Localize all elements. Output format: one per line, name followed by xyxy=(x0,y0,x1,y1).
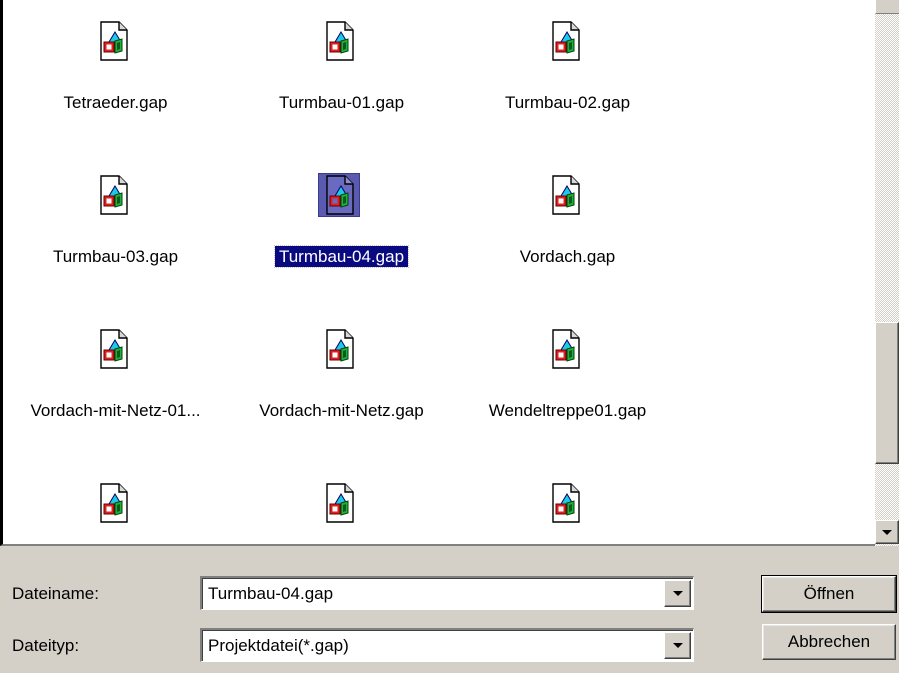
file-name-label[interactable]: Vordach.gap xyxy=(455,246,680,268)
gap-project-file-icon[interactable] xyxy=(545,482,585,524)
file-item[interactable]: Turmbau-02.gap xyxy=(455,0,680,120)
file-name-label[interactable]: Turmbau-02.gap xyxy=(455,92,680,114)
file-name-label[interactable]: Turmbau-04.gap xyxy=(229,245,454,268)
file-list-view[interactable]: Tetraeder.gap Turmbau-01.gap Turmbau-02.ga… xyxy=(0,0,875,546)
filetype-label: Dateityp: xyxy=(12,636,80,655)
gap-project-file-icon[interactable] xyxy=(545,174,585,216)
filetype-combobox[interactable]: Projektdatei(*.gap) xyxy=(200,628,694,662)
file-item[interactable] xyxy=(455,462,680,544)
gap-project-file-icon[interactable] xyxy=(545,20,585,62)
gap-project-file-icon[interactable] xyxy=(93,328,133,370)
file-item[interactable] xyxy=(3,462,228,544)
gap-project-file-icon[interactable] xyxy=(319,20,359,62)
file-item[interactable]: Tetraeder.gap xyxy=(3,0,228,120)
chevron-down-icon xyxy=(672,643,683,648)
gap-project-file-icon[interactable] xyxy=(93,174,133,216)
file-item[interactable] xyxy=(229,462,454,544)
gap-project-file-icon[interactable] xyxy=(319,482,359,524)
gap-project-file-icon[interactable] xyxy=(318,173,360,217)
chevron-down-icon xyxy=(672,591,683,596)
file-name-text: Turmbau-01.gap xyxy=(278,93,405,112)
scroll-down-button[interactable] xyxy=(875,520,899,544)
file-name-text: Vordach.gap xyxy=(519,247,616,266)
file-item[interactable]: Wendeltreppe01.gap xyxy=(455,308,680,428)
file-name-label[interactable]: Turmbau-03.gap xyxy=(3,246,228,268)
cancel-button[interactable]: Abbrechen xyxy=(762,624,896,660)
file-name-label[interactable]: Tetraeder.gap xyxy=(3,92,228,114)
file-name-label[interactable]: Vordach-mit-Netz.gap xyxy=(229,400,454,422)
file-name-label[interactable]: Vordach-mit-Netz-01... xyxy=(3,400,228,422)
gap-project-file-icon[interactable] xyxy=(93,20,133,62)
gap-project-file-icon[interactable] xyxy=(93,482,133,524)
file-name-text: Wendeltreppe01.gap xyxy=(488,401,647,420)
chevron-down-icon xyxy=(882,529,892,535)
filetype-select[interactable]: Projektdatei(*.gap) xyxy=(208,635,349,657)
vertical-scrollbar[interactable] xyxy=(875,0,899,546)
file-item[interactable]: Vordach.gap xyxy=(455,154,680,274)
file-name-label[interactable]: Turmbau-01.gap xyxy=(229,92,454,114)
file-name-text: Turmbau-02.gap xyxy=(504,93,631,112)
gap-project-file-icon[interactable] xyxy=(545,328,585,370)
file-name-text: Vordach-mit-Netz.gap xyxy=(259,401,424,420)
file-item[interactable]: Vordach-mit-Netz.gap xyxy=(229,308,454,428)
file-item[interactable]: Turmbau-01.gap xyxy=(229,0,454,120)
filename-input[interactable]: Turmbau-04.gap xyxy=(208,583,333,605)
filetype-dropdown-button[interactable] xyxy=(664,632,691,659)
scroll-thumb[interactable] xyxy=(875,322,899,464)
filename-label: Dateiname: xyxy=(12,584,99,603)
filename-combobox[interactable]: Turmbau-04.gap xyxy=(200,576,694,610)
open-button[interactable]: Öffnen xyxy=(761,575,897,613)
file-name-label[interactable]: Wendeltreppe01.gap xyxy=(455,400,680,422)
scroll-up-button[interactable] xyxy=(875,0,899,14)
file-item[interactable]: Vordach-mit-Netz-01... xyxy=(3,308,228,428)
file-item[interactable]: Turmbau-04.gap xyxy=(229,154,454,274)
file-name-text: Turmbau-04.gap xyxy=(273,245,410,268)
gap-project-file-icon[interactable] xyxy=(319,328,359,370)
filename-dropdown-button[interactable] xyxy=(664,580,691,607)
file-name-text: Tetraeder.gap xyxy=(63,93,168,112)
file-name-text: Vordach-mit-Netz-01... xyxy=(30,401,201,420)
file-name-text: Turmbau-03.gap xyxy=(52,247,179,266)
file-item[interactable]: Turmbau-03.gap xyxy=(3,154,228,274)
